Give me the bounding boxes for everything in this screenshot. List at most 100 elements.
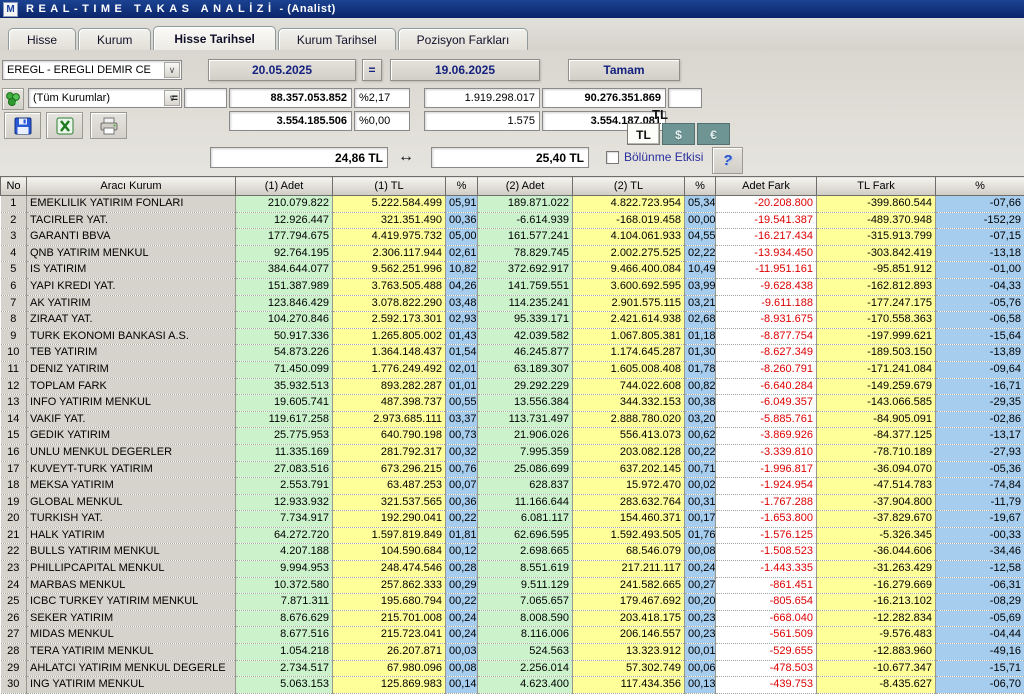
summary1-diff[interactable]: 1.919.298.017 xyxy=(424,88,540,108)
column-header-10[interactable]: % xyxy=(935,176,1024,196)
summary1-total2[interactable]: 90.276.351.869 xyxy=(542,88,666,108)
table-row[interactable]: 23 PHILLIPCAPITAL MENKUL 9.994.953 248.474.… xyxy=(0,560,1024,578)
export-excel-button[interactable] xyxy=(46,112,83,139)
table-row[interactable]: 4 QNB YATIRIM MENKUL 92.764.195 2.306.117.9… xyxy=(0,245,1024,263)
table-row[interactable]: 26 SEKER YATIRIM 8.676.629 215.701.008 00,24… xyxy=(0,610,1024,628)
table-row[interactable]: 25 ICBC TURKEY YATIRIM MENKUL 7.871.311 195… xyxy=(0,593,1024,611)
refresh-data-button[interactable] xyxy=(2,88,24,110)
pct1-cell: 00,22 xyxy=(445,593,478,611)
column-header-4[interactable]: % xyxy=(445,176,478,196)
table-row[interactable]: 10 TEB YATIRIM 54.873.226 1.364.148.437 01,5… xyxy=(0,344,1024,362)
broker-dropdown[interactable]: (Tüm Kurumlar) ∨ xyxy=(28,88,182,108)
currency-tl-button[interactable]: TL xyxy=(627,123,660,145)
table-row[interactable]: 17 KUVEYT-TURK YATIRIM 27.083.516 673.296.2… xyxy=(0,461,1024,479)
table-row[interactable]: 13 INFO YATIRIM MENKUL 19.605.741 487.398.7… xyxy=(0,394,1024,412)
adet2-cell: 113.731.497 xyxy=(477,411,573,429)
column-header-9[interactable]: TL Fark xyxy=(816,176,936,196)
summary2-total1[interactable]: 3.554.185.506 xyxy=(229,111,352,131)
help-button[interactable]: ? xyxy=(712,147,743,174)
column-header-7[interactable]: % xyxy=(684,176,716,196)
adet1-cell: 177.794.675 xyxy=(235,228,333,246)
table-row[interactable]: 19 GLOBAL MENKUL 12.933.932 321.537.565 00,3… xyxy=(0,494,1024,512)
table-row[interactable]: 29 AHLATCI YATIRIM MENKUL DEGERLE 2.734.51… xyxy=(0,660,1024,678)
table-row[interactable]: 30 ING YATIRIM MENKUL 5.063.153 125.869.983… xyxy=(0,676,1024,694)
date-from-field[interactable]: 20.05.2025 xyxy=(208,59,356,81)
currency-eur-button[interactable]: € xyxy=(697,123,730,145)
table-row[interactable]: 15 GEDIK YATIRIM 25.775.953 640.790.198 00,7… xyxy=(0,427,1024,445)
app-window: M REAL-TIME TAKAS ANALİZİ - (Analist) Hi… xyxy=(0,0,1024,700)
tl1-cell: 248.474.546 xyxy=(332,560,446,578)
tab-bar: Hisse Kurum Hisse Tarihsel Kurum Tarihse… xyxy=(0,18,1024,50)
column-header-6[interactable]: (2) TL xyxy=(572,176,685,196)
pct-fark-cell: -49,16 xyxy=(935,643,1024,661)
table-row[interactable]: 7 AK YATIRIM 123.846.429 3.078.822.290 03,48… xyxy=(0,295,1024,313)
summary2-diff[interactable]: 1.575 xyxy=(424,111,540,131)
column-header-0[interactable]: No xyxy=(0,176,27,196)
tab-hisse[interactable]: Hisse xyxy=(8,28,77,50)
adet2-cell: 63.189.307 xyxy=(477,361,573,379)
table-row[interactable]: 6 YAPI KREDI YAT. 151.387.989 3.763.505.488… xyxy=(0,278,1024,296)
tl2-cell: 2.421.614.938 xyxy=(572,311,685,329)
table-row[interactable]: 24 MARBAS MENKUL 10.372.580 257.862.333 00,2… xyxy=(0,577,1024,595)
tl1-cell: 640.790.198 xyxy=(332,427,446,445)
table-row[interactable]: 28 TERA YATIRIM MENKUL 1.054.218 26.207.871… xyxy=(0,643,1024,661)
adet1-cell: 2.734.517 xyxy=(235,660,333,678)
table-row[interactable]: 18 MEKSA YATIRIM 2.553.791 63.487.253 00,07 6… xyxy=(0,477,1024,495)
tl-fark-cell: -143.066.585 xyxy=(816,394,936,412)
tl2-cell: 68.546.079 xyxy=(572,543,685,562)
summary1-total1[interactable]: 88.357.053.852 xyxy=(229,88,352,108)
table-row[interactable]: 9 TURK EKONOMI BANKASI A.S. 50.917.336 1.26… xyxy=(0,328,1024,346)
split-effect-checkbox[interactable] xyxy=(606,151,619,164)
table-row[interactable]: 12 TOPLAM FARK 35.932.513 893.282.287 01,01 2… xyxy=(0,378,1024,396)
adet1-cell: 64.272.720 xyxy=(235,527,333,545)
tl-fark-cell: -84.377.125 xyxy=(816,427,936,445)
ok-button[interactable]: Tamam xyxy=(568,59,680,81)
table-row[interactable]: 21 HALK YATIRIM 64.272.720 1.597.819.849 01,… xyxy=(0,527,1024,545)
filter-input-empty-1[interactable] xyxy=(184,88,227,108)
adet2-cell: 372.692.917 xyxy=(477,261,573,279)
tab-hisse-tarihsel[interactable]: Hisse Tarihsel xyxy=(153,26,276,50)
column-header-2[interactable]: (1) Adet xyxy=(235,176,333,196)
table-row[interactable]: 11 DENIZ YATIRIM 71.450.099 1.776.249.492 02… xyxy=(0,361,1024,379)
tl2-cell: 13.323.912 xyxy=(572,643,685,661)
table-row[interactable]: 5 IS YATIRIM 384.644.077 9.562.251.996 10,82… xyxy=(0,261,1024,279)
save-button[interactable] xyxy=(4,112,41,139)
tl-fark-cell: -36.094.070 xyxy=(816,461,936,479)
tab-pozisyon-farklari[interactable]: Pozisyon Farkları xyxy=(397,28,529,50)
column-header-1[interactable]: Aracı Kurum xyxy=(26,176,236,196)
adet1-cell: 11.335.169 xyxy=(235,444,333,462)
price-from-input[interactable]: 24,86 TL xyxy=(210,147,388,168)
tl-fark-cell: -36.044.606 xyxy=(816,543,936,562)
table-row[interactable]: 3 GARANTI BBVA 177.794.675 4.419.975.732 05,… xyxy=(0,228,1024,246)
table-row[interactable]: 22 BULLS YATIRIM MENKUL 4.207.188 104.590.6… xyxy=(0,543,1024,562)
tab-kurum[interactable]: Kurum xyxy=(78,28,152,50)
table-row[interactable]: 16 UNLU MENKUL DEGERLER 11.335.169 281.792.… xyxy=(0,444,1024,462)
pct-fark-cell: -15,64 xyxy=(935,328,1024,346)
column-header-5[interactable]: (2) Adet xyxy=(477,176,573,196)
adet-fark-cell: -13.934.450 xyxy=(715,245,817,263)
tl2-cell: 15.972.470 xyxy=(572,477,685,495)
pct1-cell: 00,29 xyxy=(445,577,478,595)
tab-kurum-tarihsel[interactable]: Kurum Tarihsel xyxy=(277,28,396,50)
table-row[interactable]: 20 TURKISH YAT. 7.734.917 192.290.041 00,22 6… xyxy=(0,510,1024,528)
column-header-3[interactable]: (1) TL xyxy=(332,176,446,196)
chevron-down-icon[interactable]: ∨ xyxy=(164,62,180,78)
symbol-dropdown[interactable]: EREGL - EREGLI DEMIR CE ∨ xyxy=(2,60,182,80)
date-to-field[interactable]: 19.06.2025 xyxy=(390,59,540,81)
summary1-percent[interactable]: %2,17 xyxy=(354,88,410,108)
adet2-cell: 62.696.595 xyxy=(477,527,573,545)
price-to-input[interactable]: 25,40 TL xyxy=(431,147,589,168)
currency-usd-button[interactable]: $ xyxy=(662,123,695,145)
filter-input-empty-2[interactable] xyxy=(668,88,702,108)
column-header-8[interactable]: Adet Fark xyxy=(715,176,817,196)
table-row[interactable]: 2 TACIRLER YAT. 12.926.447 321.351.490 00,36… xyxy=(0,212,1024,230)
table-row[interactable]: 1 EMEKLILIK YATIRIM FONLARI 210.079.822 5.2… xyxy=(0,195,1024,213)
print-button[interactable] xyxy=(90,112,127,139)
adet-fark-cell: -8.627.349 xyxy=(715,344,817,362)
date-equals-button[interactable]: = xyxy=(362,59,382,81)
pct-fark-cell: -05,69 xyxy=(935,610,1024,628)
table-row[interactable]: 14 VAKIF YAT. 119.617.258 2.973.685.111 03,3… xyxy=(0,411,1024,429)
table-row[interactable]: 27 MIDAS MENKUL 8.677.516 215.723.041 00,24 8… xyxy=(0,626,1024,645)
summary2-percent[interactable]: %0,00 xyxy=(354,111,410,131)
table-row[interactable]: 8 ZIRAAT YAT. 104.270.846 2.592.173.301 02,9… xyxy=(0,311,1024,329)
